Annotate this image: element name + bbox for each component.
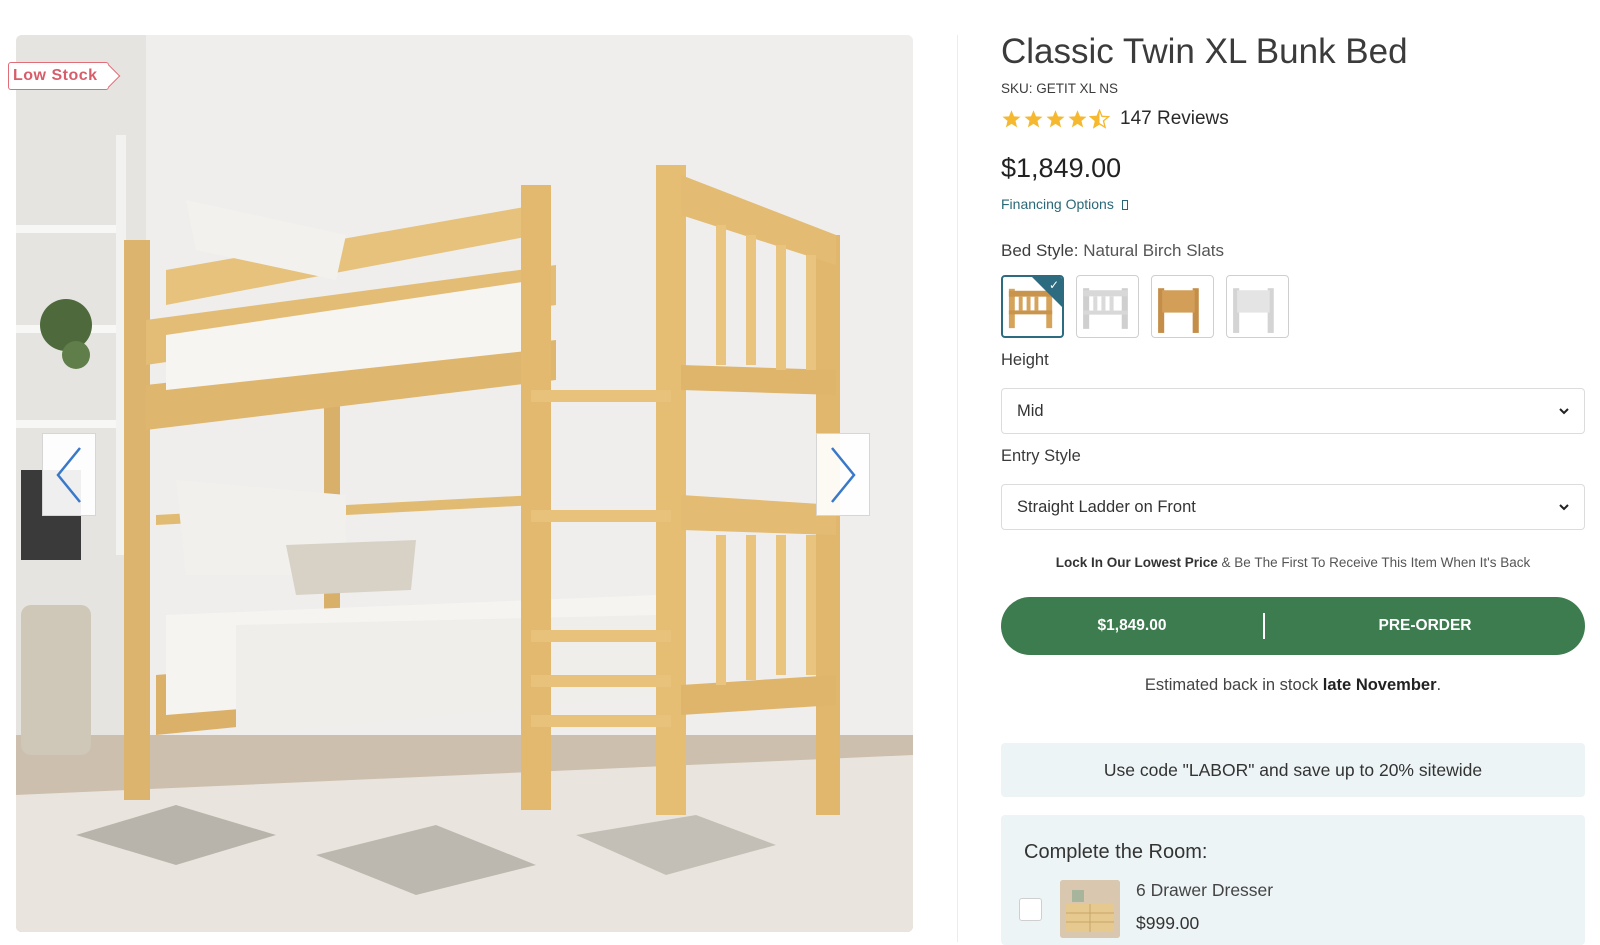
lock-in-bold: Lock In Our Lowest Price <box>1055 555 1218 570</box>
back-in-stock-estimate: Estimated back in stock late November. <box>1001 676 1585 695</box>
natural-panel-headboard-icon <box>1158 288 1199 333</box>
lock-in-rest: & Be The First To Receive This Item When… <box>1221 555 1531 570</box>
white-panel-swatch[interactable] <box>1226 275 1289 338</box>
pre-order-button[interactable]: $1,849.00 PRE-ORDER <box>1001 597 1585 655</box>
white-slat-headboard-icon <box>1083 288 1128 329</box>
product-title: Classic Twin XL Bunk Bed <box>1001 32 1408 71</box>
dresser-image <box>1060 880 1120 938</box>
bed-style-key: Bed Style: <box>1001 241 1079 260</box>
low-stock-badge: Low Stock <box>8 62 109 90</box>
star-icon <box>1068 110 1087 128</box>
financing-options-link[interactable]: Financing Options <box>1001 196 1128 212</box>
product-sku: SKU: GETIT XL NS <box>1001 81 1119 96</box>
financing-label: Financing Options <box>1001 196 1114 212</box>
chevron-right-icon <box>831 446 856 503</box>
product-price: $1,849.00 <box>1001 153 1122 183</box>
bed-style-value: Natural Birch Slats <box>1083 241 1225 260</box>
bed-style-label: Bed Style: Natural Birch Slats <box>1001 241 1224 261</box>
complete-the-room-section: Complete the Room: 6 Drawer Dresser $999… <box>1001 815 1585 945</box>
natural-panel-swatch[interactable] <box>1151 275 1214 338</box>
height-select[interactable]: Mid <box>1001 388 1585 434</box>
star-icon <box>1024 110 1043 128</box>
lock-in-price-message: Lock In Our Lowest Price & Be The First … <box>1001 555 1585 570</box>
dresser-thumbnail[interactable] <box>1060 880 1120 938</box>
dresser-name[interactable]: 6 Drawer Dresser <box>1136 880 1273 901</box>
estimate-suffix: . <box>1436 676 1442 694</box>
star-rating <box>1001 109 1110 129</box>
product-image-gallery[interactable] <box>16 35 913 932</box>
entry-style-value: Straight Ladder on Front <box>1017 498 1196 516</box>
column-divider <box>957 35 958 942</box>
white-slat-swatch[interactable] <box>1076 275 1139 338</box>
cta-price: $1,849.00 <box>1097 617 1167 634</box>
reviews-link[interactable]: 147 Reviews <box>1120 108 1229 130</box>
chevron-down-icon <box>1559 504 1569 511</box>
entry-style-label: Entry Style <box>1001 447 1081 465</box>
bunk-bed-photo <box>16 35 913 932</box>
info-icon <box>1121 200 1128 210</box>
height-label: Height <box>1001 351 1049 369</box>
check-icon: ✓ <box>1048 278 1059 292</box>
bed-style-swatches: ✓ <box>1001 275 1289 338</box>
height-value: Mid <box>1017 402 1044 420</box>
star-icon <box>1046 110 1065 128</box>
chevron-down-icon <box>1559 408 1569 415</box>
estimate-date: late November <box>1322 676 1437 694</box>
next-image-button[interactable] <box>816 433 870 516</box>
chevron-left-icon <box>56 446 81 503</box>
complete-room-title: Complete the Room: <box>1024 841 1208 863</box>
natural-slat-swatch[interactable]: ✓ <box>1001 275 1064 338</box>
add-dresser-checkbox[interactable] <box>1019 898 1042 921</box>
estimate-prefix: Estimated back in stock <box>1144 676 1319 694</box>
promo-banner: Use code "LABOR" and save up to 20% site… <box>1001 743 1585 797</box>
rating-row[interactable]: 147 Reviews <box>1001 108 1229 130</box>
star-icon <box>1002 110 1021 128</box>
half-star-icon <box>1089 109 1110 129</box>
entry-style-select[interactable]: Straight Ladder on Front <box>1001 484 1585 530</box>
white-panel-headboard-icon <box>1233 288 1274 333</box>
previous-image-button[interactable] <box>42 433 96 516</box>
dresser-price: $999.00 <box>1136 913 1200 933</box>
cta-action: PRE-ORDER <box>1378 617 1472 634</box>
